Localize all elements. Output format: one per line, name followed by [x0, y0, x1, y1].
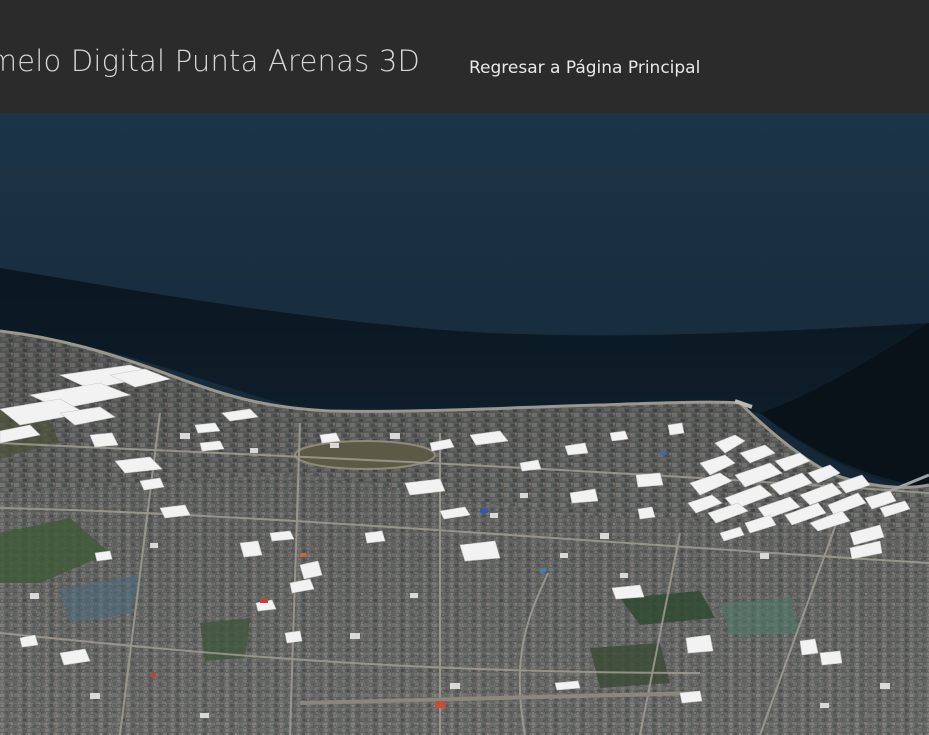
racetrack [294, 440, 436, 470]
back-to-home-link[interactable]: Regresar a Página Principal [469, 58, 700, 78]
map-3d-view[interactable] [0, 113, 929, 735]
app-title: Gemelo Digital Punta Arenas 3D [0, 44, 421, 78]
scene-canvas[interactable] [0, 113, 929, 735]
app-header: Gemelo Digital Punta Arenas 3D Regresar … [0, 0, 929, 113]
